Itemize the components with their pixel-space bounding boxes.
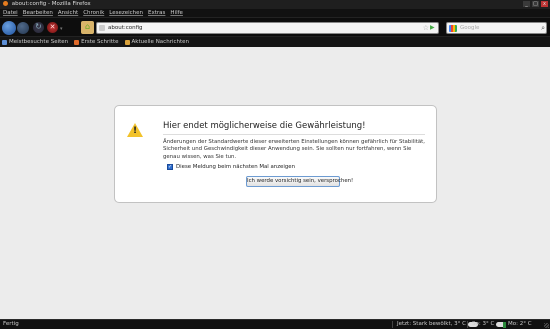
separator: [392, 321, 393, 328]
go-icon[interactable]: ▶: [430, 24, 437, 32]
window-controls: _ □ x: [523, 1, 548, 7]
back-arrow-icon[interactable]: [2, 21, 16, 35]
history-dropdown-icon[interactable]: ▾: [60, 26, 63, 32]
menu-bearbeiten[interactable]: Bearbeiten: [23, 9, 53, 17]
bookmark-star-icon[interactable]: ☆: [423, 23, 429, 33]
bookmark-label: Erste Schritte: [81, 39, 119, 45]
bookmark-most-visited[interactable]: Meistbesuchte Seiten: [2, 37, 68, 47]
firefox-bookmark-icon: [74, 39, 80, 45]
menu-datei[interactable]: Datei: [3, 9, 18, 17]
separator: [467, 321, 468, 328]
dialog-message: Änderungen der Standardwerte dieser erwe…: [163, 139, 425, 160]
accept-risk-button[interactable]: Ich werde vorsichtig sein, versprochen!: [246, 176, 353, 187]
page-content: Hier endet möglicherweise die Gewährleis…: [0, 47, 550, 319]
search-input[interactable]: [460, 24, 536, 32]
bookmark-label: Meistbesuchte Seiten: [9, 39, 69, 45]
bookmark-latest-news[interactable]: Aktuelle Nachrichten: [124, 37, 190, 47]
search-icon[interactable]: ⌕: [541, 23, 545, 33]
menu-extras[interactable]: Extras: [148, 9, 165, 17]
weather-day2-text: Mo: 2° C: [508, 321, 532, 327]
weather-day2[interactable]: Mo: 2° C: [503, 320, 532, 329]
status-text: Fertig: [3, 321, 19, 327]
status-bar: Fertig Jetzt: Stark bewölkt, 3° C So: 3°…: [0, 319, 550, 329]
menubar: Datei Bearbeiten Ansicht Chronik Lesezei…: [0, 9, 550, 17]
minimize-button[interactable]: _: [523, 1, 530, 7]
menu-hilfe[interactable]: Hilfe: [170, 9, 183, 17]
page-favicon-icon: [99, 25, 105, 31]
checkbox-checked-icon[interactable]: ✓: [167, 164, 173, 170]
flag-icon: [503, 321, 506, 328]
dialog-title: Hier endet möglicherweise die Gewährleis…: [163, 121, 366, 131]
forward-arrow-icon[interactable]: [17, 22, 29, 34]
menu-chronik[interactable]: Chronik: [83, 9, 104, 17]
weather-day1[interactable]: So: 3° C: [467, 320, 507, 329]
url-text[interactable]: about:config: [108, 24, 143, 33]
search-bar[interactable]: ⌕: [446, 22, 547, 34]
rss-feed-icon: [124, 39, 130, 45]
weather-now-text: Jetzt: Stark bewölkt, 3° C: [397, 321, 466, 327]
window-titlebar: about:config - Mozilla Firefox _ □ x: [0, 0, 550, 9]
bookmark-folder-icon: [2, 39, 7, 45]
search-engine-icon[interactable]: [449, 25, 457, 32]
close-button[interactable]: x: [541, 1, 548, 7]
warning-icon: [127, 123, 143, 137]
home-icon[interactable]: ⌂: [81, 21, 94, 34]
menu-ansicht[interactable]: Ansicht: [58, 9, 78, 17]
checkbox-label: Diese Meldung beim nächsten Mal anzeigen: [176, 164, 296, 170]
weather-now[interactable]: Jetzt: Stark bewölkt, 3° C: [392, 320, 478, 329]
bookmark-getting-started[interactable]: Erste Schritte: [74, 37, 119, 47]
bookmark-label: Aktuelle Nachrichten: [131, 39, 190, 45]
stop-icon[interactable]: ✕: [47, 22, 58, 33]
navigation-toolbar: ▾ ↻ ✕ ⌂ about:config ☆ ▶ ⌕: [0, 17, 550, 37]
window-title: about:config - Mozilla Firefox: [11, 1, 91, 7]
url-bar[interactable]: about:config ☆ ▶: [96, 22, 439, 34]
menu-lesezeichen[interactable]: Lesezeichen: [109, 9, 143, 17]
firefox-icon: [3, 1, 8, 6]
show-warning-checkbox[interactable]: ✓ Diese Meldung beim nächsten Mal anzeig…: [167, 164, 295, 170]
warranty-warning-dialog: Hier endet möglicherweise die Gewährleis…: [114, 105, 437, 203]
resize-grip-icon[interactable]: [544, 323, 549, 328]
reload-icon[interactable]: ↻: [33, 22, 44, 33]
weather-day1-text: So: 3° C: [472, 321, 495, 327]
divider: [163, 134, 425, 135]
maximize-button[interactable]: □: [532, 1, 539, 7]
bookmarks-toolbar: Meistbesuchte Seiten Erste Schritte Aktu…: [0, 37, 550, 47]
